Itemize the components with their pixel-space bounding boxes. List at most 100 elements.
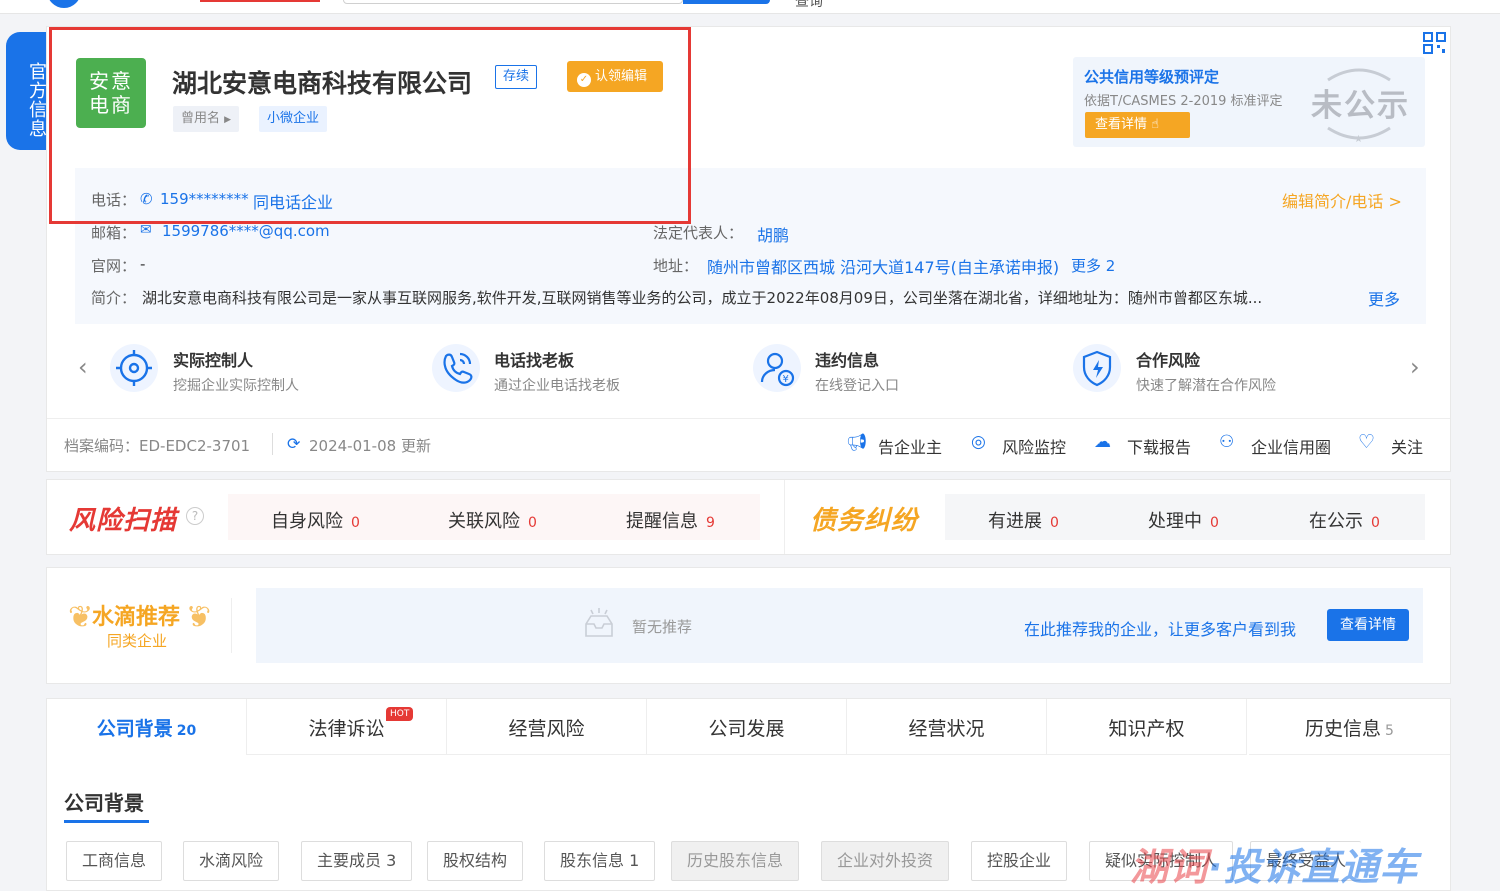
credit-subtitle: 依据T/CASMES 2-2019 标准评定 [1084,94,1283,109]
refresh-icon[interactable]: ⟳ [287,434,300,453]
search-button[interactable] [683,0,770,4]
qr-code-icon[interactable] [1423,32,1447,54]
address-value[interactable]: 随州市曾都区西城 沿河大道147号(自主承诺申报) [707,254,1059,278]
credit-detail-label: 查看详情 [1095,117,1148,132]
check-icon: ✓ [577,73,591,87]
divider [784,480,785,554]
tab-count: 5 [1385,723,1394,739]
size-tag[interactable]: 小微企业 [259,106,328,132]
service-title[interactable]: 实际控制人 [173,347,253,371]
subtab-shareholders[interactable]: 股东信息 1 [544,841,656,881]
publicizing-count: 0 [1371,515,1380,531]
phone-call-icon [432,344,480,392]
email-label: 邮箱： [91,224,137,242]
related-risk-label: 关联风险 [448,511,520,532]
in-progress-count: 0 [1050,515,1059,531]
email-value[interactable]: 1599786****@qq.com [162,222,330,240]
service-sub: 在线登记入口 [815,378,899,394]
subtab-holding-companies[interactable]: 控股企业 [971,841,1068,881]
processing-item[interactable]: 处理中 0 [1148,507,1219,533]
service-sub: 通过企业电话找老板 [494,378,620,394]
tab-company-background[interactable]: 公司背景 20 [47,699,247,755]
legal-rep-label: 法定代表人： [653,224,744,242]
subtab-risk[interactable]: 水滴风险 [183,841,280,881]
processing-label: 处理中 [1148,511,1202,532]
service-title[interactable]: 电话找老板 [494,347,574,371]
cloud-download-icon: ☁ [1094,432,1111,452]
watermark-part2: ·投诉直通车 [1208,845,1419,889]
watermark: 湖词·投诉直通车 [1130,836,1418,891]
services-prev-arrow[interactable]: ‹ [78,353,88,381]
related-risk-item[interactable]: 关联风险 0 [448,507,537,533]
tab-intellectual-property[interactable]: 知识产权 [1047,699,1247,755]
credit-circle-action[interactable]: 企业信用圈 [1251,434,1331,458]
tab-label: 法律诉讼 [308,718,385,740]
self-risk-count: 0 [351,515,360,531]
follow-action[interactable]: 关注 [1391,434,1423,458]
address-more-link[interactable]: 更多 2 [1071,255,1115,276]
subtab-equity-structure[interactable]: 股权结构 [427,841,524,881]
phone-icon: ✆ [140,190,153,208]
tab-history[interactable]: 历史信息 5 [1249,699,1450,755]
tab-legal-litigation[interactable]: 法律诉讼 [247,699,447,755]
divider [47,418,1450,419]
laurel-right-icon: ❦ [186,600,212,635]
edit-intro-link[interactable]: 编辑简介/电话 > [1282,188,1402,212]
service-title[interactable]: 违约信息 [815,347,879,371]
reminder-item[interactable]: 提醒信息 9 [626,507,715,533]
credit-title: 公共信用等级预评定 [1084,68,1220,86]
tab-label: 公司发展 [708,718,785,740]
in-progress-item[interactable]: 有进展 0 [988,507,1059,533]
query-link[interactable]: 查询 [795,0,823,11]
svg-text:★: ★ [1354,134,1363,144]
tab-label: 经营风险 [508,718,585,740]
company-name: 湖北安意电商科技有限公司 [172,69,473,98]
claim-edit-button[interactable]: ✓ 认领编辑 [567,61,663,92]
search-input[interactable] [343,0,683,4]
publicizing-item[interactable]: 在公示 0 [1309,507,1380,533]
self-risk-label: 自身风险 [271,511,343,532]
download-report-action[interactable]: 下载报告 [1127,434,1191,458]
legal-rep-value[interactable]: 胡鹏 [757,222,789,246]
heart-icon: ♡ [1358,431,1376,453]
tab-label: 历史信息 [1305,718,1382,740]
services-next-arrow[interactable]: › [1410,353,1420,381]
divider [272,433,273,455]
users-icon: ⚇ [1219,432,1235,452]
subtab-outbound-investment: 企业对外投资 [821,841,950,881]
megaphone-icon: 📢︎ [846,433,868,453]
self-risk-item[interactable]: 自身风险 0 [271,507,360,533]
notify-owner-action[interactable]: 告企业主 [878,434,942,458]
recommend-my-company-link[interactable]: 在此推荐我的企业，让更多客户看到我 [1024,616,1296,640]
credit-result: 未公示 [1311,88,1410,124]
address-label: 地址： [653,257,699,275]
status-badge: 存续 [495,65,538,89]
help-icon[interactable]: ? [186,507,204,525]
publicizing-label: 在公示 [1309,511,1363,532]
subtab-main-members[interactable]: 主要成员 3 [301,841,413,881]
official-info-tab[interactable]: 官方信息 [6,32,47,150]
intro-more-link[interactable]: 更多 [1368,286,1400,310]
caret-right-icon: ▶ [224,115,232,125]
recommend-detail-button[interactable]: 查看详情 [1327,609,1409,641]
subtab-business-info[interactable]: 工商信息 [66,841,163,881]
credit-detail-button[interactable]: 查看详情 ☝ [1085,112,1190,138]
official-info-label: 官方信息 [26,62,47,138]
former-name-label: 曾用名 [181,111,221,126]
tab-operation-risk[interactable]: 经营风险 [447,699,647,755]
tab-label: 知识产权 [1108,718,1185,740]
related-risk-count: 0 [528,515,537,531]
website-label: 官网： [91,257,137,275]
risk-monitor-action[interactable]: 风险监控 [1002,434,1066,458]
service-title[interactable]: 合作风险 [1136,347,1200,371]
monitor-icon: ◎ [971,432,986,452]
tab-operation-status[interactable]: 经营状况 [847,699,1047,755]
website-value: - [140,255,146,273]
former-name-tag[interactable]: 曾用名 ▶ [173,106,240,132]
same-phone-link[interactable]: 同电话企业 [253,189,333,213]
shield-bolt-icon [1073,344,1121,392]
risk-scan-logo: 风险扫描 [69,506,178,536]
service-sub: 快速了解潜在合作风险 [1136,378,1276,394]
phone-value[interactable]: 159******** [160,190,249,208]
tab-company-development[interactable]: 公司发展 [647,699,847,755]
